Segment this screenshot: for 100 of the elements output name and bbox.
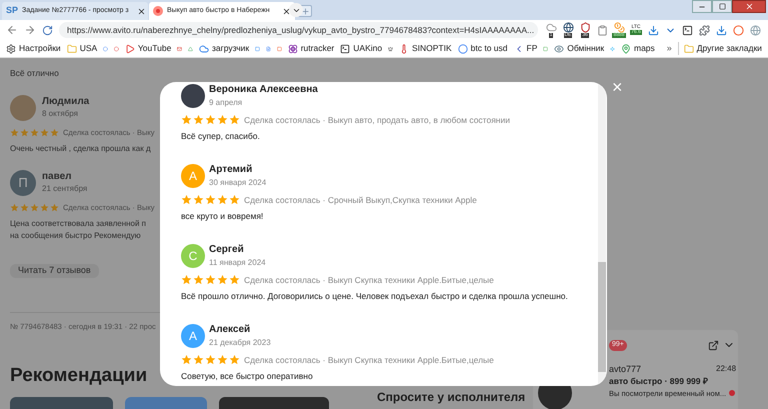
- back-icon[interactable]: [6, 24, 18, 36]
- reviewer-name: Артемий: [209, 164, 254, 176]
- avatar: А: [181, 324, 205, 348]
- chat-name: avto777: [609, 363, 642, 376]
- bookmark-item[interactable]: FP: [514, 42, 538, 55]
- star-icon: [20, 128, 29, 137]
- star-icon: [205, 354, 216, 366]
- bookmark-item[interactable]: maps: [620, 42, 655, 55]
- maximize-button[interactable]: [712, 0, 732, 13]
- bookmark-label: Настройки: [19, 42, 61, 55]
- review-text: Всё отлично: [10, 67, 59, 80]
- review-text: на сообщения быстро Рекомендую: [10, 230, 141, 242]
- bookmark-item[interactable]: USA: [66, 42, 98, 55]
- bookmark-item[interactable]: rutracker: [288, 42, 334, 55]
- review-date: 8 октября: [42, 108, 79, 120]
- bookmark-label: SINOPTIK: [412, 42, 452, 55]
- globe-icon: [562, 22, 574, 33]
- star-icon: [217, 274, 228, 286]
- round-logo-icon[interactable]: [114, 44, 119, 54]
- bookmark-item[interactable]: btc to usd: [458, 42, 508, 55]
- cloud-icon: [546, 22, 556, 33]
- star-icon: [193, 114, 204, 126]
- avatar: А: [181, 164, 205, 188]
- review-date: 11 января 2024: [209, 256, 266, 268]
- overflow-chevron[interactable]: »: [666, 42, 672, 56]
- folder-icon: [684, 44, 694, 54]
- deal-info: Сделка состоялась · Выкуп Скупка техники Apple.Битые,целые: [244, 274, 494, 286]
- star-icon: [20, 203, 29, 212]
- terminal-icon: [682, 24, 692, 36]
- review-date: 30 января 2024: [209, 176, 266, 188]
- bookmark-item[interactable]: загрузчик: [199, 42, 250, 55]
- review-date: 9 апреля: [209, 96, 244, 108]
- bookmark-item[interactable]: Обмінник: [554, 42, 604, 55]
- section-title: Спросите у исполнителя: [377, 389, 526, 406]
- tab-logo: SP: [6, 4, 18, 18]
- external-link-icon[interactable]: [708, 340, 719, 351]
- bookmark-item[interactable]: SINOPTIK: [398, 42, 452, 55]
- coin-icon: [614, 22, 624, 33]
- star-icon: [40, 203, 49, 212]
- star-icon: [205, 274, 216, 286]
- bookmark-item[interactable]: YouTube: [124, 42, 172, 55]
- bookmark-label: rutracker: [300, 42, 334, 55]
- star-icon: [229, 354, 240, 366]
- close-button[interactable]: [732, 0, 766, 13]
- scrollbar-thumb[interactable]: [598, 262, 606, 372]
- reviewer-name: Сергей: [209, 244, 245, 256]
- bookmark-label: UAKino: [353, 42, 382, 55]
- star-icon: [229, 274, 240, 286]
- bookmark-label: FP: [526, 42, 538, 55]
- tab-favicon-icon: [153, 6, 163, 16]
- review-date: 21 декабря 2023: [209, 336, 271, 348]
- bookmark-label: maps: [634, 42, 655, 55]
- bookmark-label: USA: [80, 42, 98, 55]
- bookmark-label: загрузчик: [212, 42, 250, 55]
- reload-icon[interactable]: [42, 24, 53, 36]
- star-icon: [217, 194, 228, 206]
- review-text: все круто и вовремя!: [181, 210, 264, 223]
- avatar: С: [181, 244, 205, 268]
- maximize-icon: [718, 3, 726, 10]
- clipboard-icon: [596, 24, 608, 36]
- star-icon: [10, 203, 19, 212]
- review-text: Очень честный , сделка прошла как д: [10, 143, 151, 155]
- eye-icon: [554, 44, 564, 54]
- star-icon: [217, 354, 228, 366]
- bookmark-label: Обмінник: [567, 42, 604, 55]
- avatar-placeholder: [181, 84, 205, 108]
- star-icon: [30, 128, 39, 137]
- address-field[interactable]: https://www.avito.ru/naberezhnye_chelny/predlozheniya_uslug/vykup_avto_bystro_7794678483?context=H4sIAAAAAAAA...: [59, 22, 538, 38]
- flower-icon: [288, 44, 298, 54]
- star-icon: [181, 354, 192, 366]
- reviewer-name: Алексей: [209, 324, 252, 336]
- bookmark-label: YouTube: [138, 42, 172, 55]
- folder-icon: [66, 44, 77, 54]
- bookmark-label: btc to usd: [470, 42, 508, 55]
- sparkle-icon[interactable]: [610, 44, 615, 54]
- reviewer-name: Людмила: [42, 96, 90, 108]
- forward-icon[interactable]: [24, 24, 36, 36]
- close-icon: [744, 2, 754, 11]
- star-icon: [229, 114, 240, 126]
- close-icon[interactable]: [282, 6, 291, 16]
- review-text: Всё супер, спасибо.: [181, 130, 260, 143]
- star-icon: [205, 114, 216, 126]
- review-text: Цена соответствовала заявленной п: [10, 218, 146, 230]
- read-reviews-button[interactable]: Читать 7 отзывов: [10, 264, 99, 278]
- bookmark-label: Другие закладки: [696, 42, 762, 55]
- ring-logo-icon[interactable]: [103, 44, 108, 54]
- bookmark-item[interactable]: UAKino: [340, 42, 382, 55]
- close-icon[interactable]: [136, 6, 146, 16]
- document-icon[interactable]: [266, 44, 271, 54]
- star-icon: [30, 203, 39, 212]
- plus-icon: [300, 6, 310, 16]
- bookmark-item[interactable]: Настройки: [6, 42, 61, 55]
- star-icon: [50, 203, 59, 212]
- bookmark-item[interactable]: Другие закладки: [678, 42, 762, 55]
- download-icon: [716, 24, 726, 36]
- ring-logo-icon: [458, 44, 468, 54]
- reviewer-name: павел: [42, 170, 73, 184]
- url-text: https://www.avito.ru/naberezhnye_chelny/predlozheniya_uslug/vykup_avto_bystro_7794678483?context=H4sIAAAAAAAA...: [67, 24, 534, 36]
- reviewer-name: Вероника Алексеевна: [209, 84, 318, 96]
- deal-info: Сделка состоялась · Выкуп авто, продать авто, в любом состоянии: [244, 114, 510, 126]
